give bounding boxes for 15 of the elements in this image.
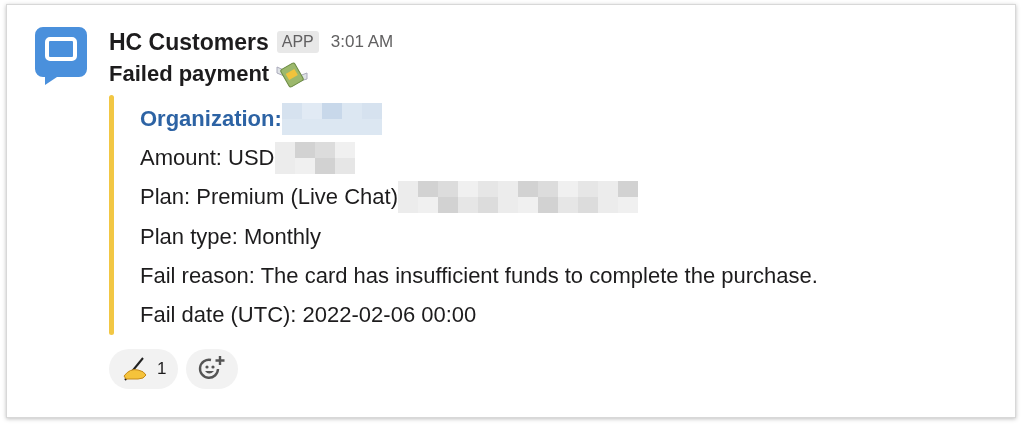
field-text: Plan type: Monthly [140, 223, 321, 250]
app-badge: APP [276, 31, 319, 53]
field-text: Fail reason: The card has insufficient funds to complete the purchase. [140, 262, 818, 289]
message-text: Failed payment [109, 61, 270, 87]
writing-hand-icon [121, 356, 149, 382]
reaction-button[interactable]: 1 [109, 349, 179, 389]
timestamp[interactable]: 3:01 AM [330, 32, 394, 52]
field-text: Plan: Premium (Live Chat) [140, 184, 398, 211]
field-text: Fail date (UTC): 2022-02-06 00:00 [140, 302, 477, 329]
field-text: Amount: USD [140, 145, 275, 171]
sender-name[interactable]: HC Customers [109, 28, 269, 56]
chat-bubble-logo-icon [35, 27, 87, 85]
money-with-wings-icon [275, 59, 310, 89]
field-heading[interactable]: Organization: [140, 105, 282, 132]
add-reaction-button[interactable] [186, 349, 239, 389]
